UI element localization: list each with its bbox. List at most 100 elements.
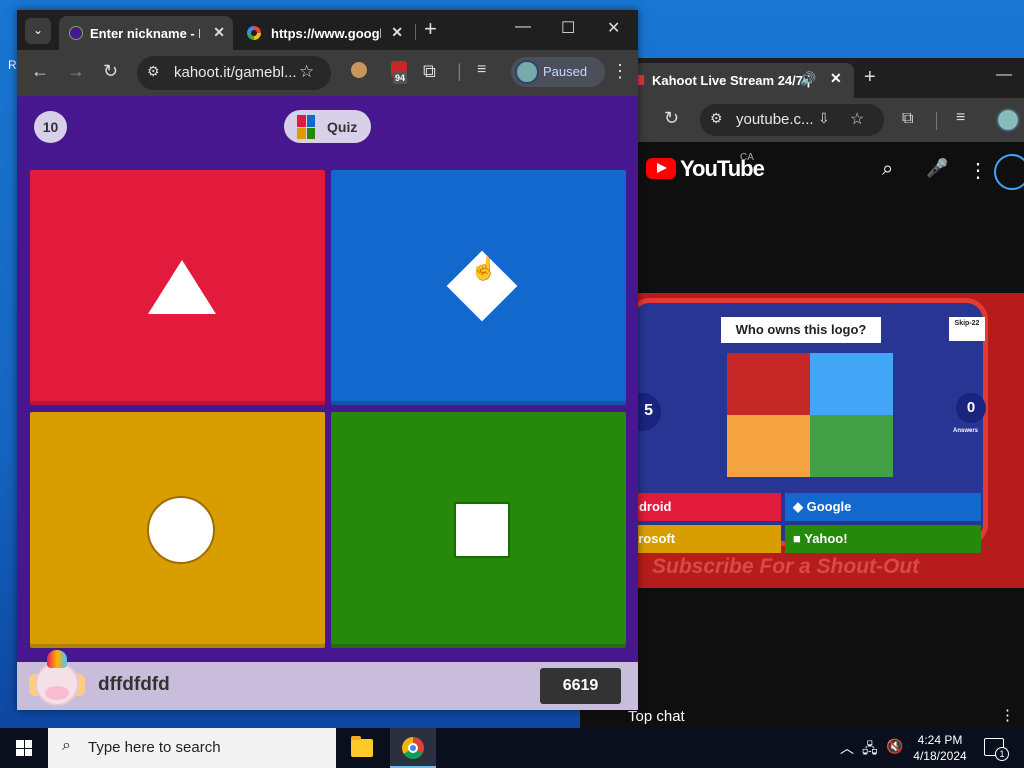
video-answer-blue: ◆ Google (785, 493, 981, 521)
circle-icon (147, 496, 215, 564)
chrome-taskbar-button[interactable] (390, 728, 436, 768)
search-placeholder: Type here to search (88, 739, 221, 756)
video-answer-red: ndroid (638, 493, 781, 521)
site-info-icon[interactable]: ⚙ (147, 63, 160, 80)
maximize-button[interactable]: ☐ (561, 18, 575, 38)
quiz-mode-pill: Quiz (284, 110, 371, 143)
extensions-icon[interactable]: ⧉ (423, 61, 436, 82)
system-clock[interactable]: 4:24 PM 4/18/2024 (908, 732, 972, 764)
media-control-icon[interactable]: ≡ (477, 61, 486, 79)
address-bar[interactable]: ⚙ youtube.c... ⇩ ☆ (700, 104, 884, 136)
address-bar[interactable]: ⚙ kahoot.it/gamebl... ☆ (137, 56, 331, 90)
answer-button-yellow-circle[interactable] (30, 412, 325, 648)
cookie-extension-icon[interactable] (351, 62, 367, 78)
forward-icon[interactable]: → (67, 61, 85, 82)
quiz-card: Who owns this logo? Skip-22 5 0 Answers … (638, 298, 988, 553)
profile-avatar (515, 60, 539, 84)
tab-youtube-stream[interactable]: Kahoot Live Stream 24/7 | 🔊 ✕ (632, 63, 854, 98)
chrome-icon (402, 737, 424, 759)
file-explorer-icon[interactable] (351, 736, 373, 757)
chat-mode-label[interactable]: Top chat (628, 708, 685, 725)
new-tab-button[interactable]: + (864, 66, 876, 89)
site-info-icon[interactable]: ⚙ (710, 110, 723, 127)
speaker-icon[interactable]: 🔊 (800, 71, 816, 87)
bookmark-star-icon[interactable]: ☆ (299, 62, 314, 82)
install-icon[interactable]: ⇩ (818, 110, 830, 127)
live-chat-header[interactable]: Top chat ⋮ (580, 706, 1024, 728)
reload-icon[interactable]: ↻ (664, 108, 679, 129)
reload-icon[interactable]: ↻ (103, 61, 118, 82)
chat-more-icon[interactable]: ⋮ (1000, 706, 1015, 724)
quiz-icon (297, 115, 315, 139)
question-number-badge: 10 (34, 111, 67, 143)
answer-button-red-triangle[interactable] (30, 170, 325, 405)
network-icon[interactable]: 🖧 (862, 738, 878, 762)
close-window-button[interactable]: ✕ (607, 18, 620, 38)
answers-label: Answers (953, 428, 979, 434)
video-answer-green: ■ Yahoo! (785, 525, 981, 553)
player-nickname: dffdfdfd (98, 674, 170, 695)
taskbar-search-box[interactable]: ⌕ Type here to search (48, 728, 336, 768)
youtube-browser-window: Kahoot Live Stream 24/7 | 🔊 ✕ + — ↻ ⚙ yo… (580, 58, 1024, 728)
answer-button-green-square[interactable] (331, 412, 626, 648)
volume-muted-icon[interactable]: 🔇 (886, 738, 903, 755)
square-icon (454, 502, 510, 558)
address-text: kahoot.it/gamebl... (174, 64, 297, 81)
profile-paused-button[interactable]: Paused (511, 57, 605, 87)
minimize-button[interactable]: — (515, 18, 531, 36)
extension-badge-icon[interactable]: 94 (391, 61, 408, 84)
player-footer: dffdfdfd 6619 (17, 650, 638, 710)
hand-cursor-icon: ☝ (470, 256, 498, 281)
desktop-icon-label-fragment: R (8, 58, 17, 72)
profile-status: Paused (543, 64, 588, 79)
subscribe-overlay-text: Subscribe For a Shout-Out (652, 555, 920, 578)
close-tab-icon[interactable]: ✕ (391, 24, 403, 41)
video-answer-yellow: crosoft (638, 525, 781, 553)
media-control-icon[interactable]: ≡ (956, 109, 965, 127)
quiz-logo-image (727, 353, 893, 477)
close-tab-icon[interactable]: ✕ (213, 24, 225, 41)
answer-button-blue-diamond[interactable] (331, 170, 626, 405)
toolbar-divider (936, 112, 937, 130)
close-tab-icon[interactable]: ✕ (830, 70, 842, 87)
bookmark-star-icon[interactable]: ☆ (850, 109, 864, 129)
account-icon[interactable] (994, 154, 1024, 190)
question-text: Who owns this logo? (721, 317, 881, 343)
chevron-up-icon[interactable]: ︿ (840, 738, 854, 758)
microphone-icon[interactable]: 🎤 (926, 158, 948, 179)
kahoot-browser-window: ⌄ Enter nickname - Ka ✕ https://www.goog… (17, 10, 638, 710)
tab-search-button[interactable]: ⌄ (25, 18, 51, 44)
kahoot-toolbar: ← → ↻ ⚙ kahoot.it/gamebl... ☆ 94 ⧉ | ≡ P… (17, 50, 638, 96)
start-button[interactable] (0, 728, 48, 768)
minimize-button[interactable]: — (996, 66, 1012, 84)
answers-count: 0 (956, 393, 986, 423)
address-text: youtube.c... (736, 111, 814, 128)
extensions-icon[interactable]: ⧉ (902, 110, 913, 128)
google-favicon-icon (247, 26, 261, 40)
taskbar: ⌕ Type here to search ︿ 🖧 🔇 4:24 PM 4/18… (0, 728, 1024, 768)
tab-title: https://www.google.c (271, 26, 381, 41)
quiz-mode-label: Quiz (327, 119, 358, 135)
timer-count: 5 (638, 393, 661, 431)
notification-center-icon[interactable]: 1 (984, 738, 1009, 761)
tab-kahoot[interactable]: Enter nickname - Ka ✕ (59, 16, 233, 50)
new-tab-button[interactable]: + (424, 16, 437, 42)
youtube-logo-icon[interactable] (646, 158, 676, 179)
extension-badge-count: 94 (393, 72, 408, 84)
kahoot-favicon-icon (69, 26, 83, 40)
search-icon[interactable]: ⌕ (882, 158, 893, 181)
back-icon[interactable]: ← (31, 61, 49, 82)
tab-title: Kahoot Live Stream 24/7 | (652, 73, 811, 88)
notification-count: 1 (995, 747, 1009, 761)
video-player[interactable]: Who owns this logo? Skip-22 5 0 Answers … (638, 293, 1024, 588)
tab-google[interactable]: https://www.google.c ✕ (235, 16, 411, 50)
more-options-icon[interactable]: ⋮ (968, 158, 988, 183)
youtube-header: YouTube CA ⌕ 🎤 ⋮ (580, 142, 1024, 200)
browser-menu-icon[interactable]: ⋮ (611, 61, 629, 82)
unicorn-avatar (27, 648, 87, 708)
profile-avatar[interactable] (996, 108, 1020, 132)
skip-counter: Skip-22 (949, 317, 985, 341)
search-icon: ⌕ (62, 737, 71, 754)
tab-title: Enter nickname - Ka (90, 26, 200, 41)
kahoot-tab-bar: ⌄ Enter nickname - Ka ✕ https://www.goog… (17, 10, 638, 50)
